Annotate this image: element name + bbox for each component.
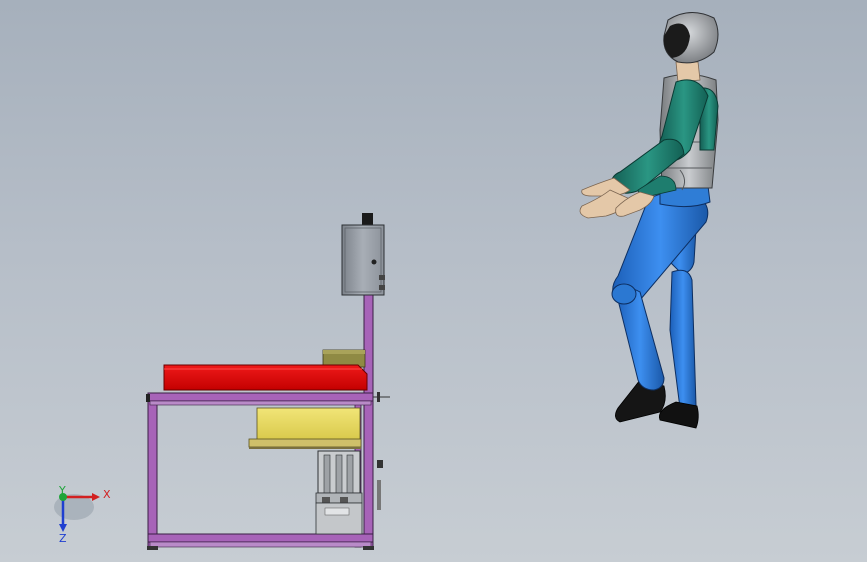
control-box-knob-icon: [371, 259, 377, 265]
cad-viewport[interactable]: X Y Z: [0, 0, 867, 562]
human-head: [663, 12, 719, 64]
frame-right-post: [363, 292, 374, 549]
triad-x-label: X: [103, 488, 111, 501]
human-figure: [579, 12, 719, 429]
assembly-scene: [54, 12, 719, 550]
view-triad[interactable]: [54, 493, 100, 532]
frame-bottom-rail: [147, 533, 374, 543]
red-tray: [163, 364, 368, 391]
olive-block: [322, 349, 366, 368]
triad-z-label: Z: [59, 532, 67, 545]
frame-top-rail: [147, 392, 374, 402]
control-box: [341, 213, 385, 296]
frame-left-post: [147, 394, 158, 549]
triad-y-label: Y: [59, 484, 66, 497]
yellow-drum: [248, 407, 362, 449]
